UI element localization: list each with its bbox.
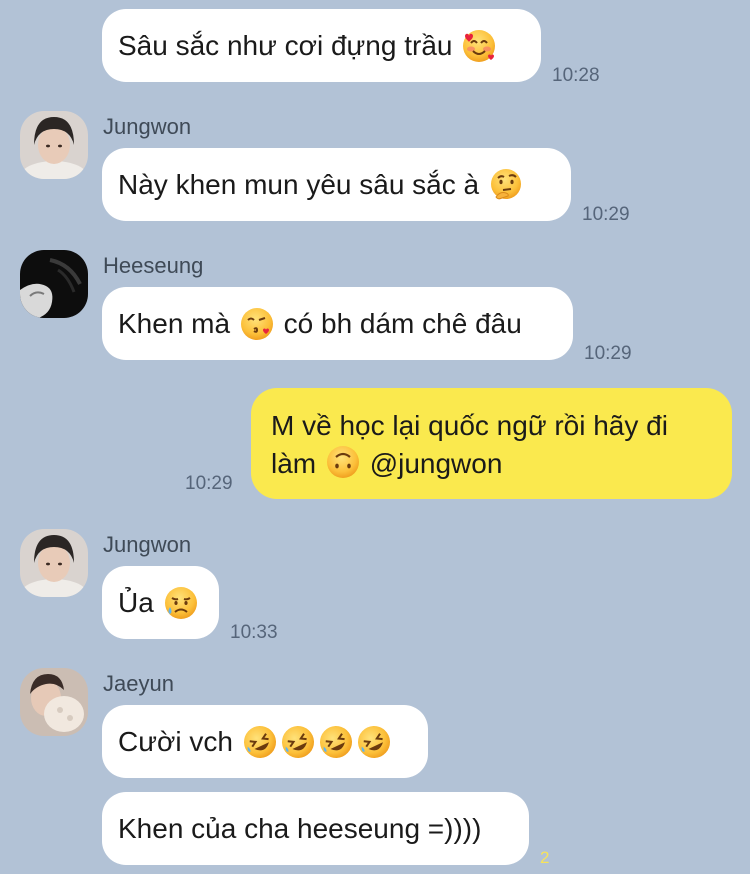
own-message-bubble[interactable]: M về học lại quốc ngữ rồi hãy đi làm @ju… (251, 388, 732, 499)
message-text: Ủa (118, 586, 154, 618)
message-timestamp: 10:33 (230, 622, 278, 643)
sender-name: Jungwon (103, 114, 192, 139)
jaeyun-avatar (20, 668, 88, 736)
message-text-block: M về học lại quốc ngữ rồi hãy đi làm @ju… (271, 408, 710, 482)
rolling-on-floor-laughing-icon (318, 724, 354, 760)
message-bubble[interactable]: Khen mà có bh dám chê đâu (102, 287, 573, 360)
message-text: có bh dám chê đâu (283, 307, 522, 339)
message-text: Cười vch (118, 725, 233, 757)
rolling-on-floor-laughing-icon (280, 724, 316, 760)
unread-count-badge: 2 (540, 848, 550, 867)
sad-but-relieved-face-icon (163, 585, 199, 621)
rolling-on-floor-laughing-icon (356, 724, 392, 760)
avatar[interactable] (20, 111, 88, 179)
message-timestamp: 10:29 (185, 473, 233, 494)
face-blowing-kiss-icon (239, 306, 275, 342)
avatar[interactable] (20, 668, 88, 736)
avatar[interactable] (20, 529, 88, 597)
smiling-face-with-hearts-icon (461, 28, 497, 64)
message-bubble[interactable]: Cười vch (102, 705, 428, 778)
chat-message-list[interactable]: Sâu sắc như cơi đựng trầu 10:28 Jungwon … (0, 0, 750, 874)
message-text: Khen của cha heeseung =)))) (118, 812, 482, 844)
sender-name: Jungwon (103, 532, 192, 557)
message-timestamp: 10:29 (584, 343, 632, 364)
avatar[interactable] (20, 250, 88, 318)
message-text: Sâu sắc như cơi đựng trầu (118, 29, 453, 61)
mention-link[interactable]: @jungwon (370, 448, 503, 479)
sender-name: Jaeyun (103, 671, 174, 696)
message-bubble[interactable]: Ủa (102, 566, 219, 639)
jungwon-avatar (20, 111, 88, 179)
thinking-face-icon (488, 167, 524, 203)
heeseung-avatar (20, 250, 88, 318)
sender-name: Heeseung (103, 253, 204, 278)
message-bubble[interactable]: Khen của cha heeseung =)))) (102, 792, 529, 865)
jungwon-avatar (20, 529, 88, 597)
message-text: Khen mà (118, 307, 231, 339)
message-text: Này khen mun yêu sâu sắc à (118, 168, 480, 200)
message-timestamp: 10:29 (582, 204, 630, 225)
message-timestamp: 10:28 (552, 65, 600, 86)
message-bubble[interactable]: Sâu sắc như cơi đựng trầu (102, 9, 541, 82)
upside-down-face-icon (325, 444, 361, 480)
message-bubble[interactable]: Này khen mun yêu sâu sắc à (102, 148, 571, 221)
rolling-on-floor-laughing-icon (242, 724, 278, 760)
